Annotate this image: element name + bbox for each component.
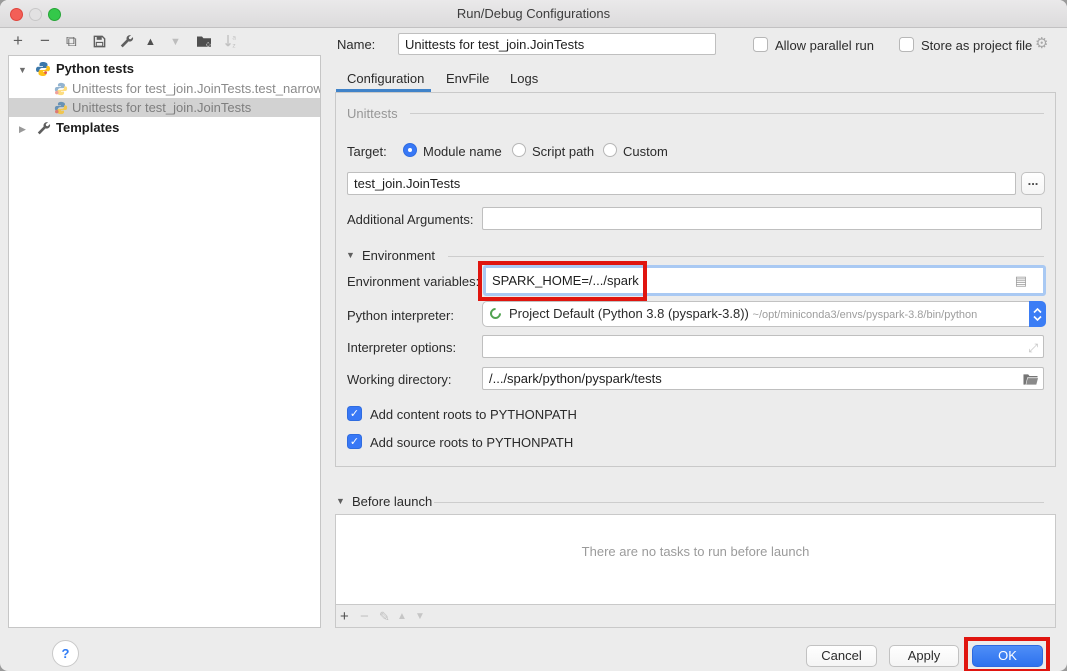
python-interpreter-path: ~/opt/miniconda3/envs/pyspark-3.8/bin/py…	[753, 309, 978, 321]
name-label: Name:	[337, 37, 375, 52]
folder-icon[interactable]	[1023, 373, 1038, 386]
before-launch-empty-text: There are no tasks to run before launch	[336, 544, 1055, 559]
working-directory-input[interactable]: /.../spark/python/pyspark/tests	[482, 367, 1044, 390]
module-name-input[interactable]	[347, 172, 1016, 195]
add-content-roots-label: Add content roots to PYTHONPATH	[370, 407, 577, 422]
target-custom-radio[interactable]	[603, 143, 617, 157]
expand-editor-icon[interactable]: ⤢	[1028, 338, 1038, 358]
browse-button[interactable]: ...	[1021, 172, 1045, 195]
save-configuration-icon[interactable]	[92, 34, 107, 52]
allow-parallel-run-checkbox[interactable]	[753, 37, 768, 52]
copy-configuration-icon[interactable]: ⧉	[66, 33, 77, 50]
python-icon	[35, 61, 51, 77]
move-task-up-icon: ▲	[397, 611, 407, 622]
store-as-project-file-label: Store as project file	[921, 38, 1032, 53]
environment-variables-highlight	[478, 261, 647, 301]
store-as-project-file-checkbox[interactable]	[899, 37, 914, 52]
before-launch-toolbar	[335, 604, 1056, 628]
name-input[interactable]	[398, 33, 716, 55]
tree-item-label: Templates	[56, 118, 119, 138]
target-script-path-radio[interactable]	[512, 143, 526, 157]
python-test-icon	[54, 101, 68, 115]
interpreter-options-label: Interpreter options:	[347, 340, 456, 355]
tree-item-label: Python tests	[56, 59, 134, 79]
window-title: Run/Debug Configurations	[0, 0, 1067, 28]
create-new-folder-icon[interactable]	[196, 34, 212, 52]
tree-item-test-narrow[interactable]: Unittests for test_join.JoinTests.test_n…	[9, 79, 320, 99]
list-variables-icon[interactable]: ▤	[1015, 268, 1027, 293]
additional-arguments-label: Additional Arguments:	[347, 212, 473, 227]
before-launch-arrow-icon[interactable]: ▼	[336, 496, 345, 506]
collapsed-arrow-icon[interactable]: ▶	[19, 119, 26, 139]
svg-text:a: a	[232, 35, 236, 42]
sort-alphabetically-icon: az	[224, 33, 239, 52]
environment-section-arrow-icon[interactable]: ▼	[346, 250, 355, 260]
gear-icon[interactable]: ⚙	[1035, 34, 1048, 52]
wrench-icon	[36, 121, 51, 136]
move-down-icon: ▼	[170, 36, 181, 48]
working-directory-label: Working directory:	[347, 372, 452, 387]
tab-logs[interactable]: Logs	[510, 71, 538, 86]
edit-task-icon: ✎	[379, 609, 390, 625]
move-up-icon[interactable]: ▲	[145, 36, 156, 48]
tree-item-label: Unittests for test_join.JoinTests	[72, 98, 251, 117]
add-task-icon[interactable]: +	[340, 608, 349, 625]
add-configuration-icon[interactable]: +	[13, 31, 23, 51]
tree-item-label: Unittests for test_join.JoinTests.test_n…	[72, 79, 321, 99]
remove-configuration-icon[interactable]: −	[40, 31, 50, 51]
tree-item-jointests-selected[interactable]: Unittests for test_join.JoinTests	[9, 98, 320, 117]
target-label: Target:	[347, 144, 387, 159]
target-custom-label: Custom	[623, 144, 668, 159]
expanded-arrow-icon[interactable]: ▼	[18, 60, 27, 80]
add-source-roots-label: Add source roots to PYTHONPATH	[370, 435, 573, 450]
additional-arguments-input[interactable]	[482, 207, 1042, 230]
target-script-path-label: Script path	[532, 144, 594, 159]
tab-configuration[interactable]: Configuration	[347, 71, 424, 86]
target-module-name-radio[interactable]	[403, 143, 417, 157]
tab-envfile[interactable]: EnvFile	[446, 71, 489, 86]
python-interpreter-value: Project Default (Python 3.8 (pyspark-3.8…	[509, 306, 749, 321]
environment-section-label[interactable]: Environment	[362, 248, 435, 263]
conda-env-icon	[488, 306, 504, 322]
combo-stepper-icon[interactable]	[1029, 301, 1046, 327]
run-debug-configurations-dialog: Run/Debug Configurations + − ⧉ ▲ ▼ az ▼ …	[0, 0, 1067, 671]
title-bar: Run/Debug Configurations	[0, 0, 1067, 28]
edit-templates-icon[interactable]	[119, 34, 134, 52]
add-content-roots-checkbox[interactable]: ✓	[347, 406, 362, 421]
help-button[interactable]: ?	[52, 640, 79, 667]
working-directory-value: /.../spark/python/pyspark/tests	[489, 371, 662, 386]
configurations-tree: ▼ Python tests Unittests for test_join.J…	[8, 55, 321, 628]
ok-button-highlight	[964, 637, 1050, 671]
target-module-name-label: Module name	[423, 144, 502, 159]
tree-item-templates[interactable]: ▶ Templates	[9, 118, 320, 138]
interpreter-options-input[interactable]: ⤢	[482, 335, 1044, 358]
before-launch-task-list: There are no tasks to run before launch	[335, 514, 1056, 605]
cancel-button[interactable]: Cancel	[806, 645, 877, 667]
add-source-roots-checkbox[interactable]: ✓	[347, 434, 362, 449]
python-interpreter-label: Python interpreter:	[347, 308, 454, 323]
remove-task-icon: −	[360, 608, 369, 625]
python-interpreter-select[interactable]: Project Default (Python 3.8 (pyspark-3.8…	[482, 301, 1046, 327]
python-test-icon	[54, 82, 68, 96]
move-task-down-icon: ▼	[415, 611, 425, 622]
svg-text:z: z	[232, 43, 235, 50]
unittests-group-label: Unittests	[347, 106, 398, 121]
allow-parallel-run-label: Allow parallel run	[775, 38, 874, 53]
before-launch-label[interactable]: Before launch	[352, 494, 432, 509]
environment-variables-label: Environment variables:	[347, 274, 479, 289]
tree-item-python-tests[interactable]: ▼ Python tests	[9, 59, 320, 79]
apply-button[interactable]: Apply	[889, 645, 959, 667]
